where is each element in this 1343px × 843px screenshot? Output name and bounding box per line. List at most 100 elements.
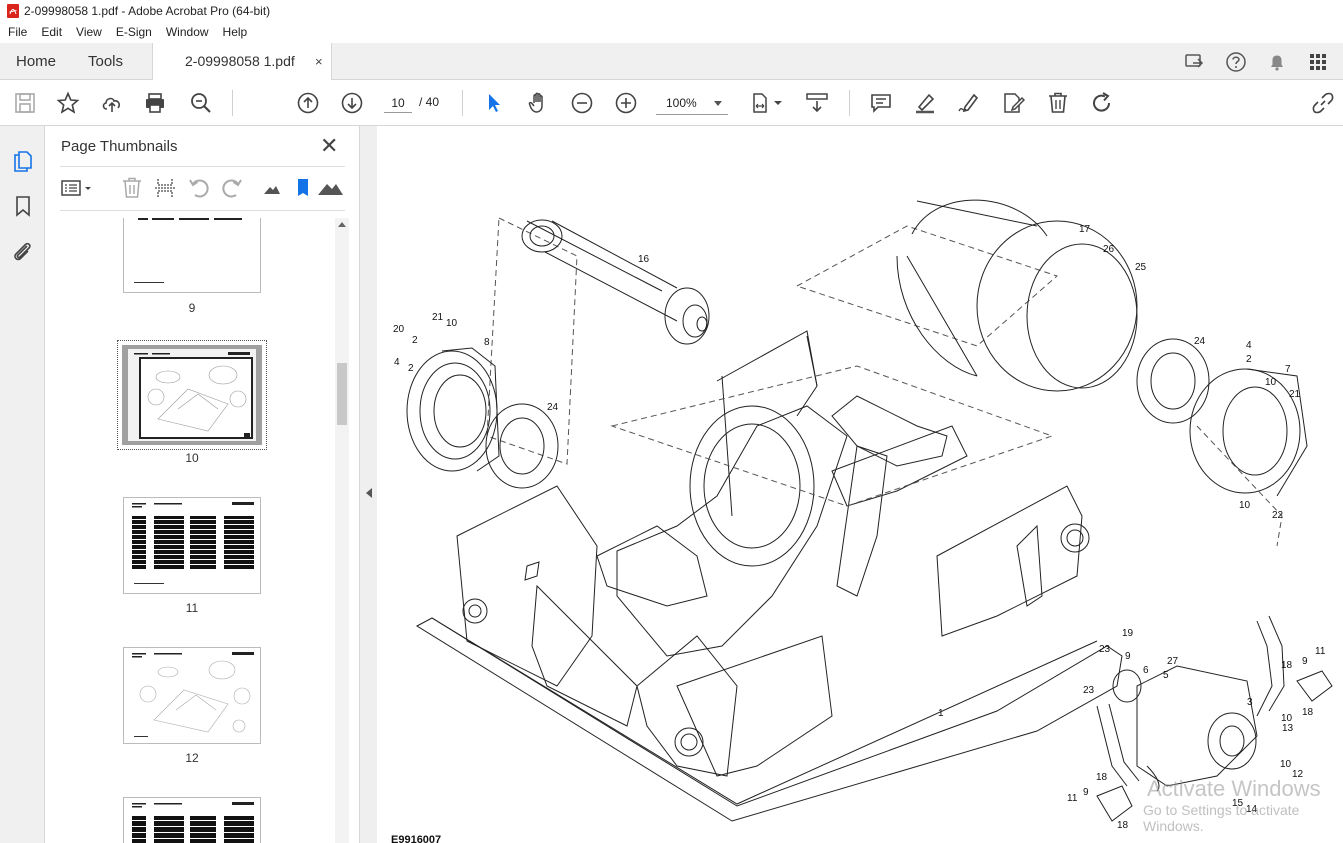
callout-9: 9: [1083, 787, 1089, 798]
page-down-icon[interactable]: [340, 91, 364, 115]
help-icon[interactable]: [1225, 51, 1247, 73]
menu-help[interactable]: Help: [216, 25, 255, 39]
edit-icon[interactable]: [1001, 91, 1026, 115]
toolbar-separator: [849, 90, 850, 116]
small-thumbs-icon[interactable]: [260, 176, 284, 200]
menu-edit[interactable]: Edit: [34, 25, 69, 39]
tab-bar: Home Tools 2-09998058 1.pdf ×: [0, 43, 1343, 80]
thumbnail-page-11[interactable]: [123, 497, 261, 594]
tab-home[interactable]: Home: [16, 43, 56, 80]
save-icon[interactable]: [13, 91, 37, 115]
apps-grid-icon[interactable]: [1307, 51, 1329, 73]
menu-file[interactable]: File: [0, 25, 34, 39]
callout-18: 18: [1302, 707, 1314, 718]
callout-20: 20: [393, 324, 405, 335]
callout-23: 23: [1099, 644, 1111, 655]
hand-icon[interactable]: [526, 91, 550, 115]
panel-title: Page Thumbnails: [61, 138, 178, 155]
thumbnail-label: 10: [185, 451, 199, 465]
menu-window[interactable]: Window: [159, 25, 216, 39]
thumbnail-page-9[interactable]: [123, 218, 261, 293]
callout-22: 22: [1272, 510, 1284, 521]
rotate-ccw-icon[interactable]: [187, 176, 211, 200]
callout-11: 11: [1067, 793, 1078, 804]
callout-18: 18: [1281, 660, 1293, 671]
zoom-in-icon[interactable]: [614, 91, 638, 115]
comment-icon[interactable]: [869, 91, 893, 115]
callout-4: 4: [1246, 340, 1252, 351]
callout-10: 10: [1239, 500, 1251, 511]
page-preview: [132, 652, 254, 737]
extract-icon[interactable]: [153, 176, 177, 200]
callout-4: 4: [394, 357, 400, 368]
zoom-out-icon[interactable]: [570, 91, 594, 115]
thumbnail-list: 9 10 11 12: [60, 218, 338, 843]
chevron-up-icon[interactable]: [338, 222, 346, 227]
close-icon[interactable]: ✕: [320, 135, 338, 157]
delete-icon[interactable]: [1046, 91, 1070, 115]
callout-17: 17: [1079, 224, 1091, 235]
tab-document[interactable]: 2-09998058 1.pdf ×: [152, 43, 332, 80]
share-screen-icon[interactable]: [1184, 51, 1206, 73]
print-icon[interactable]: [143, 91, 167, 115]
select-cursor-icon[interactable]: [482, 91, 506, 115]
left-rail: [0, 126, 45, 843]
figure-code: E9916007: [391, 834, 442, 843]
zoom-select[interactable]: 100%: [656, 93, 728, 115]
toolbar-separator: [232, 90, 233, 116]
zoom-search-icon[interactable]: [189, 91, 213, 115]
callout-2: 2: [1246, 354, 1252, 365]
thumbnail-label: 11: [185, 601, 199, 615]
panel-toolbar: [60, 174, 345, 204]
document-tab-label: 2-09998058 1.pdf: [185, 53, 295, 69]
delete-page-icon[interactable]: [120, 176, 144, 200]
watermark-title: Activate Windows: [1147, 776, 1321, 801]
scroll-mode-icon[interactable]: [805, 91, 829, 115]
callout-19: 19: [1122, 628, 1134, 639]
main-toolbar: / 40 100%: [0, 80, 1343, 126]
tab-tools[interactable]: Tools: [88, 43, 123, 80]
sign-icon[interactable]: [957, 91, 981, 115]
panel-splitter[interactable]: [359, 126, 377, 843]
callout-11: 11: [1315, 646, 1326, 657]
collapse-panel-icon[interactable]: [366, 488, 372, 498]
page-preview: [132, 802, 254, 843]
divider: [60, 166, 345, 167]
callout-27: 27: [1167, 656, 1179, 667]
pages-icon[interactable]: [11, 148, 35, 172]
callout-25: 25: [1135, 262, 1147, 273]
thumbnails-panel: Page Thumbnails ✕ 9 10 11 12: [45, 126, 359, 843]
large-thumbs-icon[interactable]: [316, 176, 344, 200]
page-up-icon[interactable]: [296, 91, 320, 115]
chevron-down-icon: [714, 101, 722, 106]
close-tab-icon[interactable]: ×: [315, 43, 323, 80]
attachment-icon[interactable]: [11, 240, 35, 264]
thumbnail-scrollbar[interactable]: [335, 218, 349, 843]
highlight-icon[interactable]: [913, 91, 937, 115]
menu-esign[interactable]: E-Sign: [109, 25, 159, 39]
bookmark-icon[interactable]: [11, 194, 35, 218]
star-icon[interactable]: [56, 91, 80, 115]
pdf-icon: [7, 4, 19, 18]
exploded-parts-drawing: 16 17 26 25 21 10 20 2 8 4 2 24 24 4 2 7…: [393, 199, 1333, 831]
rotate-cw-icon[interactable]: [220, 176, 244, 200]
bookmark-blue-icon[interactable]: [291, 176, 315, 200]
bell-icon[interactable]: [1266, 51, 1288, 73]
page-number-input[interactable]: [384, 93, 412, 113]
link-icon[interactable]: [1311, 91, 1335, 115]
menu-view[interactable]: View: [69, 25, 109, 39]
window-title: 2-09998058 1.pdf - Adobe Acrobat Pro (64…: [24, 4, 271, 18]
scrollbar-thumb[interactable]: [337, 363, 347, 425]
options-menu-icon[interactable]: [60, 176, 94, 200]
fit-page-icon[interactable]: [750, 91, 784, 115]
thumbnail-page-10[interactable]: [117, 340, 267, 450]
redo-icon[interactable]: [1090, 91, 1114, 115]
thumbnail-page-12[interactable]: [123, 647, 261, 744]
callout-18: 18: [1096, 772, 1108, 783]
upload-icon[interactable]: [100, 91, 124, 115]
watermark-subtitle: Go to Settings to activate Windows.: [1143, 802, 1300, 834]
callout-7: 7: [1285, 364, 1291, 375]
thumbnail-page-13[interactable]: [123, 797, 261, 843]
callout-16: 16: [638, 254, 650, 265]
document-viewer[interactable]: 16 17 26 25 21 10 20 2 8 4 2 24 24 4 2 7…: [377, 126, 1343, 843]
